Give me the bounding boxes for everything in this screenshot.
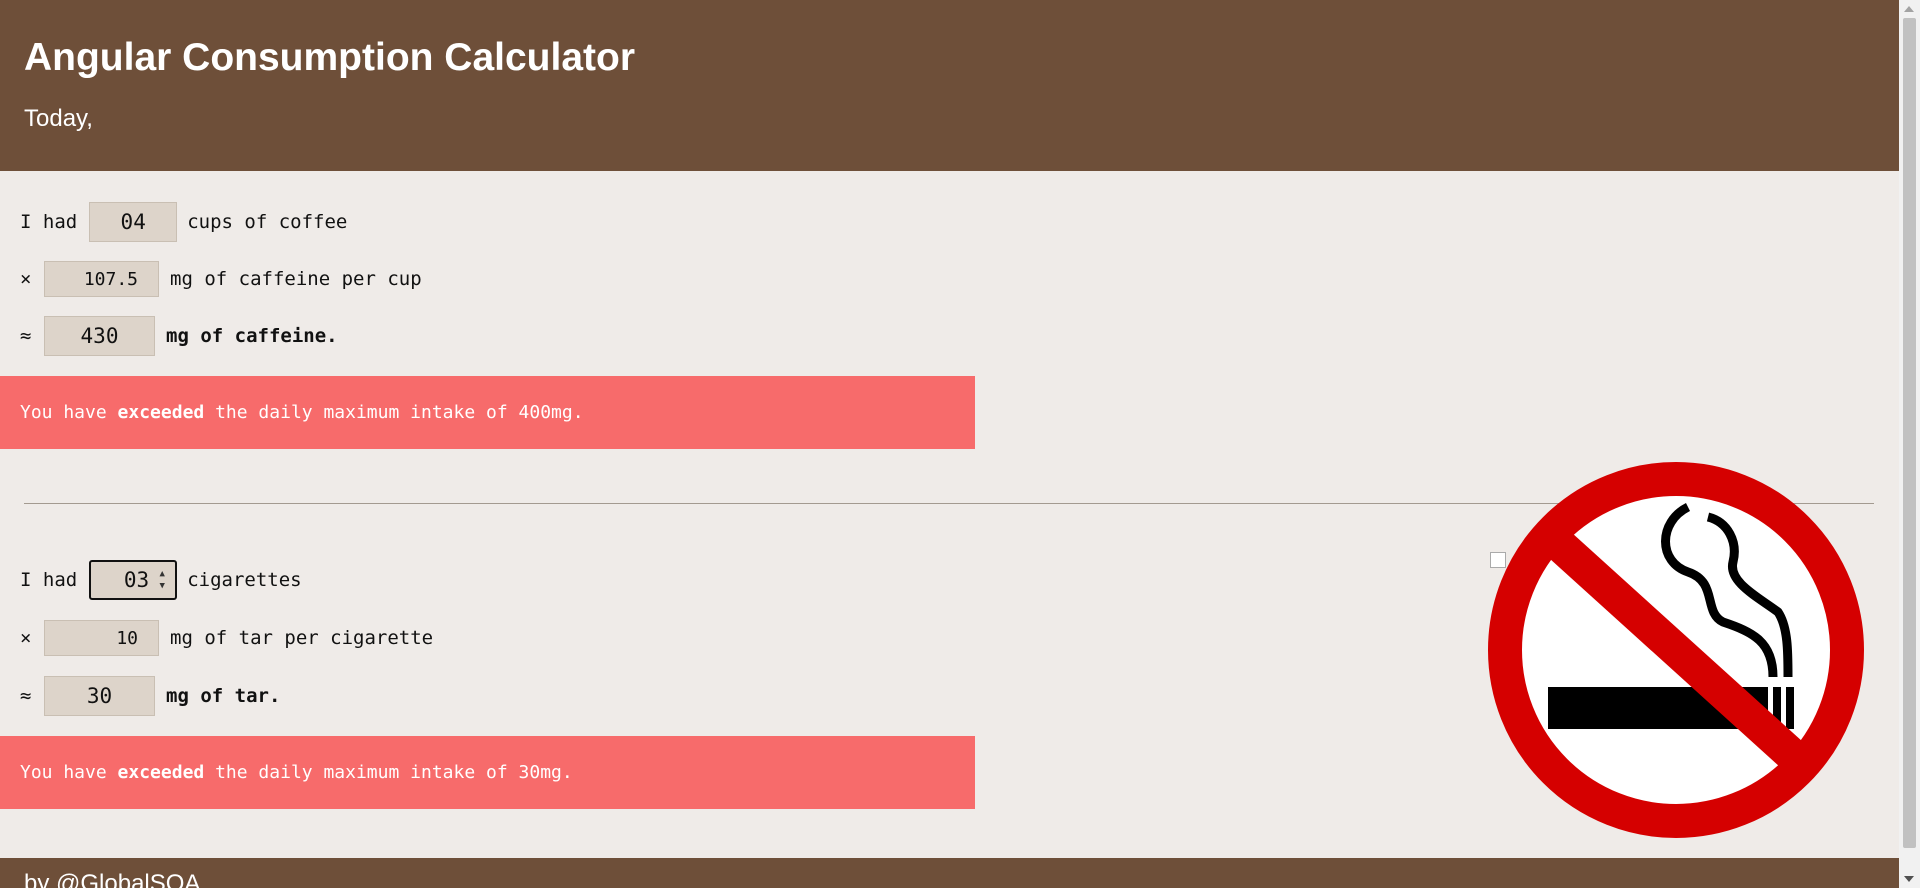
- page-footer: by @GlobalSQA: [0, 858, 1899, 888]
- tar-alert: You have exceeded the daily maximum inta…: [0, 736, 975, 809]
- tar-per-cigarette-row: × 10 mg of tar per cigarette: [20, 618, 433, 658]
- caffeine-alert: You have exceeded the daily maximum inta…: [0, 376, 975, 449]
- approx-symbol: ≈: [20, 685, 32, 707]
- cigarettes-prefix-label: I had: [20, 569, 78, 591]
- caffeine-per-cup-row: × 107.5 mg of caffeine per cup: [20, 259, 422, 299]
- caffeine-per-cup-label: mg of caffeine per cup: [170, 268, 422, 290]
- approx-symbol: ≈: [20, 325, 32, 347]
- cigarettes-count-value: 03: [123, 568, 150, 592]
- page-header: Angular Consumption Calculator Today,: [0, 0, 1899, 171]
- tar-per-cigarette-input[interactable]: 10: [44, 620, 159, 656]
- caffeine-per-cup-input[interactable]: 107.5: [44, 261, 159, 297]
- tar-total-output: 30: [44, 676, 155, 716]
- tar-total-label: mg of tar.: [166, 685, 281, 707]
- cigarettes-count-label: cigarettes: [187, 569, 302, 591]
- vertical-scrollbar[interactable]: [1899, 0, 1920, 888]
- cigarettes-count-input[interactable]: 03 ▲ ▼: [89, 560, 178, 600]
- scroll-up-arrow-icon[interactable]: [1904, 6, 1914, 12]
- coffee-cups-row: I had 04 cups of coffee: [20, 202, 347, 242]
- page-subtitle: Today,: [24, 105, 93, 132]
- coffee-cups-input[interactable]: 04: [89, 202, 178, 242]
- footer-credit: by @GlobalSQA: [24, 870, 201, 888]
- coffee-prefix-label: I had: [20, 211, 78, 233]
- caffeine-alert-emphasis: exceeded: [117, 402, 205, 423]
- multiply-symbol: ×: [20, 268, 32, 290]
- tar-total-row: ≈ 30 mg of tar.: [20, 676, 280, 716]
- caffeine-total-label: mg of caffeine.: [166, 325, 338, 347]
- multiply-symbol: ×: [20, 627, 32, 649]
- caffeine-total-row: ≈ 430 mg of caffeine.: [20, 316, 338, 356]
- scrollbar-thumb[interactable]: [1903, 18, 1916, 848]
- cigarettes-count-row: I had 03 ▲ ▼ cigarettes: [20, 560, 302, 600]
- spinner-arrows-icon[interactable]: ▲ ▼: [155, 568, 169, 594]
- tar-per-cigarette-label: mg of tar per cigarette: [170, 627, 434, 649]
- coffee-cups-label: cups of coffee: [187, 211, 348, 233]
- caffeine-total-output: 430: [44, 316, 155, 356]
- scroll-down-arrow-icon[interactable]: [1904, 876, 1914, 882]
- no-smoking-icon: [1488, 462, 1864, 838]
- page-title: Angular Consumption Calculator: [24, 36, 636, 79]
- tar-alert-emphasis: exceeded: [117, 762, 205, 783]
